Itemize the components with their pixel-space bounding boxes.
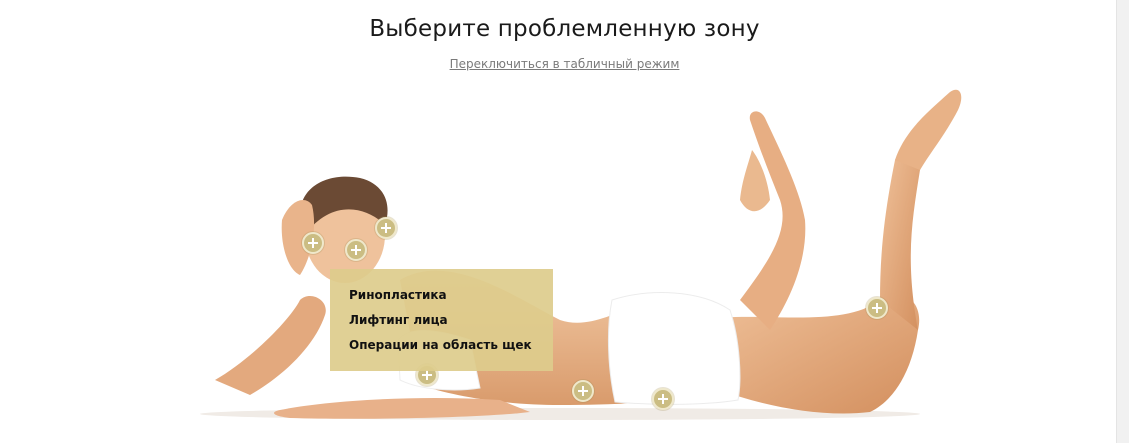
hotspot-abdomen[interactable] [572, 380, 594, 402]
hotspot-face[interactable] [345, 239, 367, 261]
hotspot-legs[interactable] [866, 297, 888, 319]
body-illustration [200, 89, 962, 420]
plus-icon [872, 303, 882, 313]
plus-icon [308, 238, 318, 248]
menu-item-face-lifting[interactable]: Лифтинг лица [349, 313, 448, 327]
plus-icon [381, 223, 391, 233]
hotspot-head-left[interactable] [302, 232, 324, 254]
plus-icon [658, 394, 668, 404]
procedure-popup: Ринопластика Лифтинг лица Операции на об… [330, 269, 553, 371]
hotspot-head-top[interactable] [375, 217, 397, 239]
menu-item-rhinoplasty[interactable]: Ринопластика [349, 288, 447, 302]
hotspot-hips[interactable] [652, 388, 674, 410]
plus-icon [351, 245, 361, 255]
menu-item-cheek-surgery[interactable]: Операции на область щек [349, 338, 532, 352]
plus-icon [578, 386, 588, 396]
